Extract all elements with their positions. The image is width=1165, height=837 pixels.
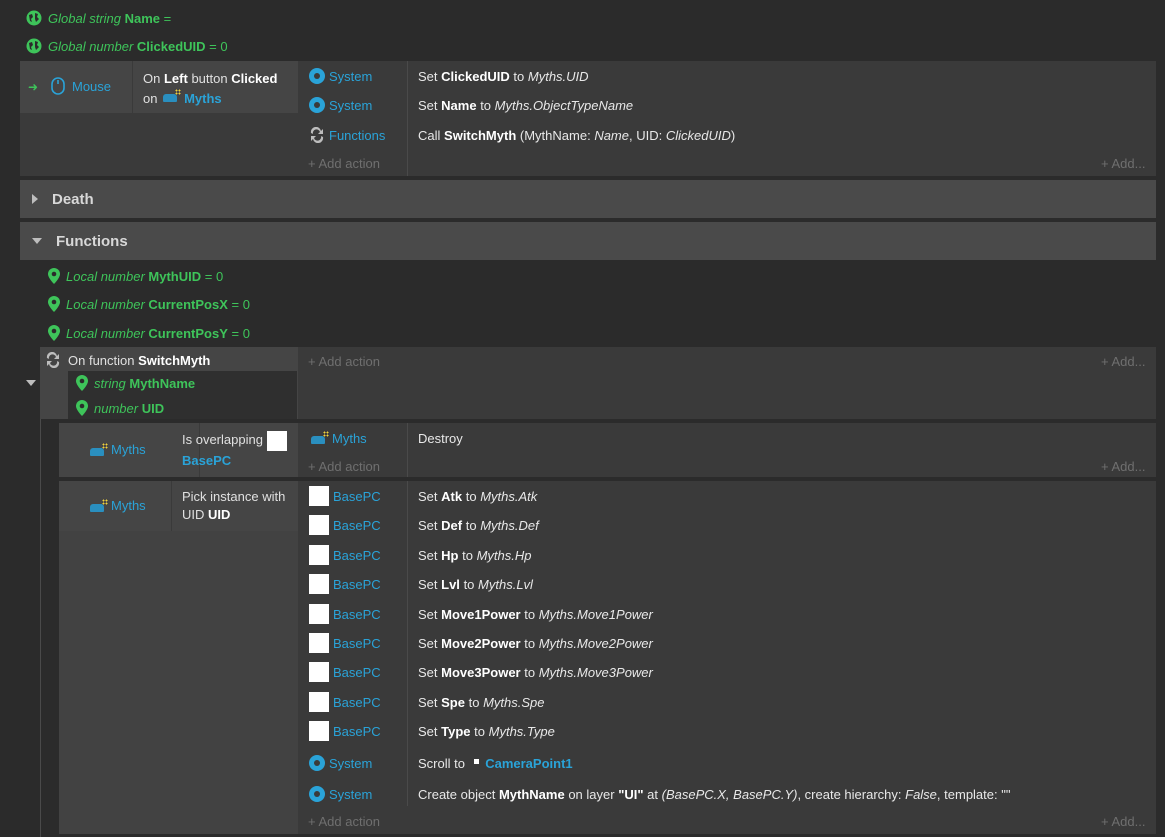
action-row[interactable]: BasePC Set Def to Myths.Def (0, 512, 1165, 538)
action-row[interactable]: BasePC Set Lvl to Myths.Lvl (0, 571, 1165, 597)
param-uid[interactable]: number UID (76, 396, 164, 420)
basepc-sprite-icon (309, 515, 329, 535)
basepc-sprite-icon (309, 574, 329, 594)
action-row[interactable]: BasePC Set Move1Power to Myths.Move1Power (0, 601, 1165, 627)
action-row[interactable]: BasePC Set Move2Power to Myths.Move2Power (0, 630, 1165, 656)
basepc-sprite-icon (309, 486, 329, 506)
global-variable-name[interactable]: Global string Name = (26, 4, 171, 32)
action-row[interactable]: BasePC Set Atk to Myths.Atk (0, 483, 1165, 509)
location-pin-icon (76, 400, 88, 416)
group-death[interactable]: Death (20, 180, 1156, 218)
gear-icon (309, 786, 325, 802)
myths-sprite-icon (309, 431, 329, 445)
add-more-link[interactable]: + Add... (1101, 459, 1145, 474)
global-variable-clickeduid[interactable]: Global number ClickedUID = 0 (26, 32, 228, 60)
expand-arrow-icon[interactable] (32, 194, 38, 204)
action-row[interactable]: BasePC Set Type to Myths.Type (0, 718, 1165, 744)
globe-icon (26, 10, 42, 26)
basepc-sprite-icon (309, 692, 329, 712)
gear-icon (309, 97, 325, 113)
basepc-sprite-icon (309, 721, 329, 741)
action-row[interactable]: BasePC Set Move3Power to Myths.Move3Power (0, 659, 1165, 685)
globe-icon (26, 38, 42, 54)
action-row[interactable]: System Scroll to CameraPoint1 (0, 750, 1165, 776)
add-more-link[interactable]: + Add... (1101, 814, 1145, 829)
local-variable-currentposy[interactable]: Local number CurrentPosY = 0 (48, 319, 250, 347)
local-variable-currentposx[interactable]: Local number CurrentPosX = 0 (48, 290, 250, 318)
basepc-sprite-icon (309, 545, 329, 565)
action-row[interactable]: BasePC Set Hp to Myths.Hp (0, 542, 1165, 568)
add-more-link[interactable]: + Add... (1101, 354, 1145, 369)
function-header[interactable]: On function SwitchMyth string MythName n… (40, 347, 298, 419)
action-row[interactable]: BasePC Set Spe to Myths.Spe (0, 689, 1165, 715)
add-action-link[interactable]: + Add action (308, 156, 380, 171)
add-action-link[interactable]: + Add action (308, 459, 380, 474)
add-action-link[interactable]: + Add action (308, 814, 380, 829)
location-pin-icon (48, 296, 60, 312)
location-pin-icon (48, 268, 60, 284)
action-row[interactable]: System Set ClickedUID to Myths.UID (0, 63, 1165, 89)
collapse-arrow-icon[interactable] (26, 380, 36, 386)
add-more-link[interactable]: + Add... (1101, 156, 1145, 171)
action-row[interactable]: Functions Call SwitchMyth (MythName: Nam… (0, 122, 1165, 148)
basepc-sprite-icon (309, 662, 329, 682)
add-action-link[interactable]: + Add action (308, 354, 380, 369)
basepc-sprite-icon (309, 633, 329, 653)
gear-icon (309, 755, 325, 771)
action-row[interactable]: System Create object MythName on layer "… (0, 781, 1165, 807)
camerapoint-icon (474, 758, 480, 764)
function-loop-icon (46, 352, 60, 368)
function-loop-icon (310, 127, 324, 143)
param-mythname[interactable]: string MythName (76, 371, 195, 395)
action-row[interactable]: Myths Destroy (0, 425, 1165, 451)
action-row[interactable]: System Set Name to Myths.ObjectTypeName (0, 92, 1165, 118)
collapse-arrow-icon[interactable] (32, 238, 42, 244)
local-variable-mythuid[interactable]: Local number MythUID = 0 (48, 262, 223, 290)
function-title: On function SwitchMyth (68, 353, 211, 368)
location-pin-icon (76, 375, 88, 391)
gear-icon (309, 68, 325, 84)
location-pin-icon (48, 325, 60, 341)
group-functions[interactable]: Functions (20, 222, 1156, 260)
basepc-sprite-icon (309, 604, 329, 624)
